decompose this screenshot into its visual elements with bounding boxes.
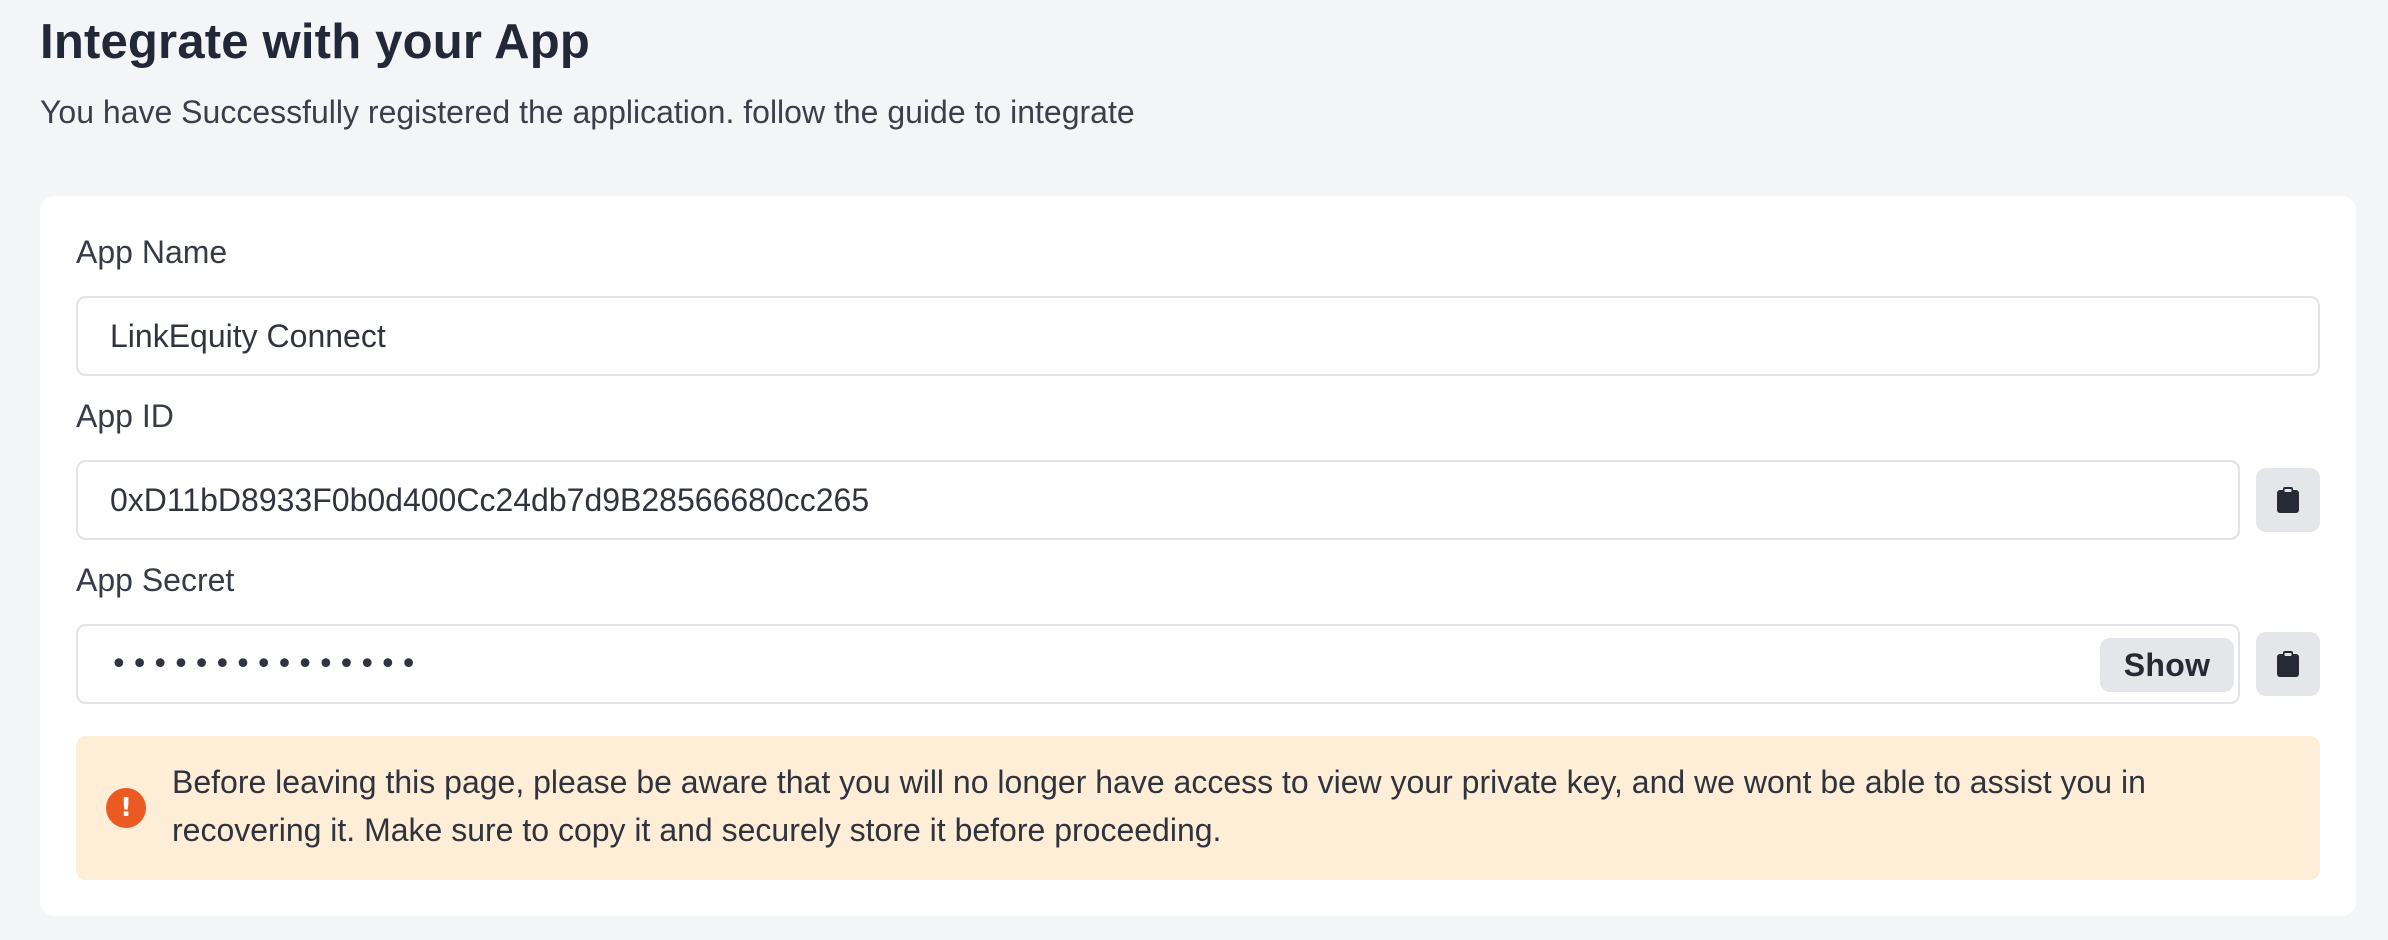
app-id-field[interactable]: 0xD11bD8933F0b0d400Cc24db7d9B28566680cc2… [76, 460, 2240, 540]
clipboard-icon [2277, 487, 2299, 513]
app-name-field[interactable]: LinkEquity Connect [76, 296, 2320, 376]
clipboard-icon [2277, 651, 2299, 677]
app-id-value: 0xD11bD8933F0b0d400Cc24db7d9B28566680cc2… [110, 481, 870, 518]
app-secret-masked-value: ••••••••••••••• [110, 646, 421, 682]
app-secret-label: App Secret [76, 562, 235, 598]
integrate-page: Integrate with your App You have Success… [0, 0, 2388, 940]
copy-app-id-button[interactable] [2256, 468, 2320, 532]
integration-card: App Name LinkEquity Connect App ID 0xD11… [40, 196, 2356, 916]
alert-message: Before leaving this page, please be awar… [172, 764, 2146, 848]
app-name-label: App Name [76, 234, 228, 270]
page-title: Integrate with your App [40, 15, 590, 69]
copy-app-secret-button[interactable] [2256, 632, 2320, 696]
exclamation-circle-icon: ! [106, 788, 146, 828]
app-secret-field[interactable]: ••••••••••••••• Show [76, 624, 2240, 704]
private-key-warning-alert: ! Before leaving this page, please be aw… [76, 736, 2320, 880]
app-id-label: App ID [76, 398, 174, 434]
app-name-value: LinkEquity Connect [110, 317, 386, 354]
page-subtitle: You have Successfully registered the app… [40, 94, 1135, 130]
show-secret-button[interactable]: Show [2100, 638, 2234, 692]
